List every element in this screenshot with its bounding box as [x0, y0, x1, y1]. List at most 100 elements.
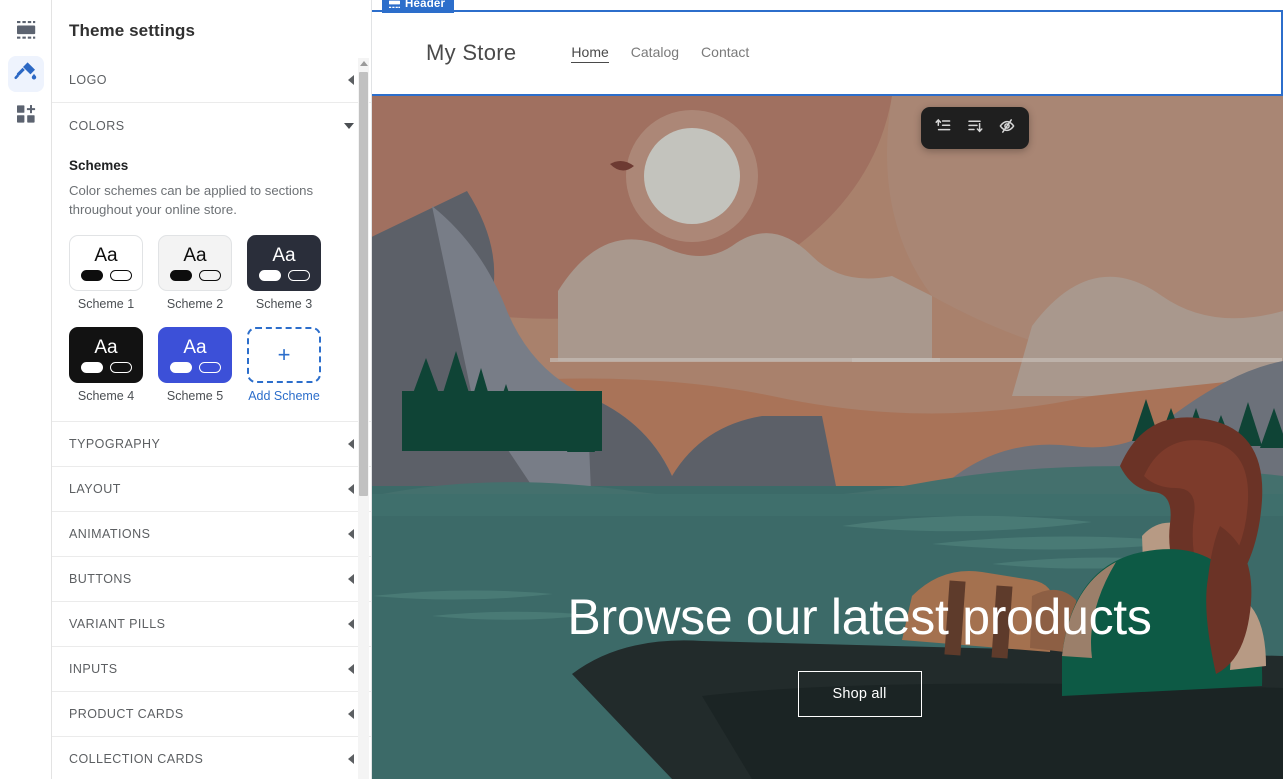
sidebar-section-inputs[interactable]: INPUTS — [52, 647, 371, 692]
scheme-sample-text: Aa — [183, 338, 206, 357]
move-section-up-icon — [934, 117, 952, 140]
scheme-label: Scheme 5 — [158, 389, 232, 403]
scheme-pills — [81, 362, 132, 373]
scheme-pill-outline — [110, 362, 132, 373]
plus-icon: + — [278, 342, 291, 368]
move-section-down-icon — [966, 117, 984, 140]
section-badge: Header — [382, 0, 454, 13]
schemes-description: Color schemes can be applied to sections… — [69, 182, 354, 219]
scheme-swatch[interactable]: Aa — [158, 235, 232, 291]
nav-link-catalog[interactable]: Catalog — [631, 44, 679, 63]
scheme-sample-text: Aa — [94, 246, 117, 265]
chevron-left-icon — [348, 619, 354, 629]
chevron-left-icon — [348, 754, 354, 764]
scheme-label: Scheme 3 — [247, 297, 321, 311]
toolbar-move-up[interactable] — [929, 114, 957, 142]
theme-editor-app: Theme settings LOGO COLORS Schemes Color… — [0, 0, 1283, 779]
scheme-label: Scheme 4 — [69, 389, 143, 403]
scrollbar-thumb[interactable] — [359, 72, 368, 496]
chevron-left-icon — [348, 484, 354, 494]
sidebar-section-layout-label: LAYOUT — [69, 482, 121, 496]
add-scheme-item[interactable]: + Add Scheme — [247, 327, 321, 403]
apps-add-icon — [15, 103, 37, 130]
scheme-item[interactable]: Aa Scheme 2 — [158, 235, 232, 311]
scheme-item[interactable]: Aa Scheme 5 — [158, 327, 232, 403]
sidebar-section-buttons[interactable]: BUTTONS — [52, 557, 371, 602]
scheme-sample-text: Aa — [94, 338, 117, 357]
chevron-left-icon — [348, 439, 354, 449]
scheme-swatch[interactable]: Aa — [69, 235, 143, 291]
chevron-left-icon — [348, 529, 354, 539]
hero-section[interactable]: Browse our latest products Shop all — [372, 96, 1283, 779]
scheme-pill-solid — [170, 270, 192, 281]
scheme-pill-solid — [170, 362, 192, 373]
scheme-item[interactable]: Aa Scheme 4 — [69, 327, 143, 403]
sidebar-section-animations[interactable]: ANIMATIONS — [52, 512, 371, 557]
sidebar-section-product-cards-label: PRODUCT CARDS — [69, 707, 184, 721]
chevron-left-icon — [348, 574, 354, 584]
chevron-down-icon — [344, 123, 354, 129]
nav-link-contact[interactable]: Contact — [701, 44, 749, 63]
scheme-swatch[interactable]: Aa — [158, 327, 232, 383]
add-scheme-button[interactable]: + — [247, 327, 321, 383]
sidebar-section-animations-label: ANIMATIONS — [69, 527, 150, 541]
scheme-pill-outline — [288, 270, 310, 281]
scheme-pills — [170, 270, 221, 281]
sidebar-section-colors-label: COLORS — [69, 119, 125, 133]
scheme-sample-text: Aa — [272, 246, 295, 265]
scheme-item[interactable]: Aa Scheme 3 — [247, 235, 321, 311]
scheme-grid: Aa Scheme 1 Aa — [69, 235, 354, 403]
shop-all-button[interactable]: Shop all — [798, 671, 922, 717]
scheme-pill-outline — [199, 362, 221, 373]
sidebar-section-variant-pills[interactable]: VARIANT PILLS — [52, 602, 371, 647]
section-badge-label: Header — [405, 0, 445, 10]
sidebar-section-variant-pills-label: VARIANT PILLS — [69, 617, 165, 631]
scheme-pills — [81, 270, 132, 281]
hide-section-icon — [998, 117, 1016, 140]
sidebar-section-logo[interactable]: LOGO — [52, 58, 371, 103]
sidebar-section-layout[interactable]: LAYOUT — [52, 467, 371, 512]
scheme-item[interactable]: Aa Scheme 1 — [69, 235, 143, 311]
scheme-swatch[interactable]: Aa — [247, 235, 321, 291]
page-title: Theme settings — [52, 0, 371, 57]
sidebar-section-collection-cards[interactable]: COLLECTION CARDS — [52, 737, 371, 779]
rail-item-apps[interactable] — [8, 98, 44, 134]
sidebar-section-typography[interactable]: TYPOGRAPHY — [52, 422, 371, 467]
chevron-left-icon — [348, 664, 354, 674]
sidebar-scrollbar[interactable] — [358, 58, 369, 779]
scheme-pill-solid — [81, 362, 103, 373]
sections-icon — [15, 19, 37, 46]
scheme-pill-solid — [259, 270, 281, 281]
rail-item-sections[interactable] — [8, 14, 44, 50]
theme-settings-sidebar: Theme settings LOGO COLORS Schemes Color… — [52, 0, 372, 779]
store-nav: Home Catalog Contact — [571, 44, 749, 63]
toolbar-move-down[interactable] — [961, 114, 989, 142]
icon-rail — [0, 0, 52, 779]
scheme-swatch[interactable]: Aa — [69, 327, 143, 383]
nav-link-home[interactable]: Home — [571, 44, 608, 63]
sidebar-scroll-area: LOGO COLORS Schemes Color schemes can be… — [52, 58, 371, 779]
chevron-left-icon — [348, 75, 354, 85]
scheme-pills — [170, 362, 221, 373]
sidebar-section-inputs-label: INPUTS — [69, 662, 118, 676]
scheme-pill-outline — [110, 270, 132, 281]
header-section-icon — [389, 0, 400, 11]
store-name[interactable]: My Store — [426, 40, 516, 66]
schemes-heading: Schemes — [69, 158, 354, 173]
scheme-pill-outline — [199, 270, 221, 281]
sidebar-section-product-cards[interactable]: PRODUCT CARDS — [52, 692, 371, 737]
scheme-label: Scheme 2 — [158, 297, 232, 311]
sidebar-section-collection-cards-label: COLLECTION CARDS — [69, 752, 203, 766]
header-section[interactable]: Header My Store Home Catalog Contact — [372, 10, 1283, 96]
section-toolbar[interactable] — [921, 107, 1029, 149]
sidebar-section-colors[interactable]: COLORS — [52, 103, 371, 148]
store-header-bar: My Store Home Catalog Contact — [372, 12, 1281, 94]
rail-item-theme-settings[interactable] — [8, 56, 44, 92]
theme-preview: Browse our latest products Shop all — [372, 0, 1283, 779]
scheme-sample-text: Aa — [183, 246, 206, 265]
colors-panel: Schemes Color schemes can be applied to … — [52, 148, 371, 422]
toolbar-hide[interactable] — [993, 114, 1021, 142]
scroll-up-arrow-icon[interactable] — [359, 58, 368, 69]
scheme-pills — [259, 270, 310, 281]
sidebar-section-buttons-label: BUTTONS — [69, 572, 132, 586]
